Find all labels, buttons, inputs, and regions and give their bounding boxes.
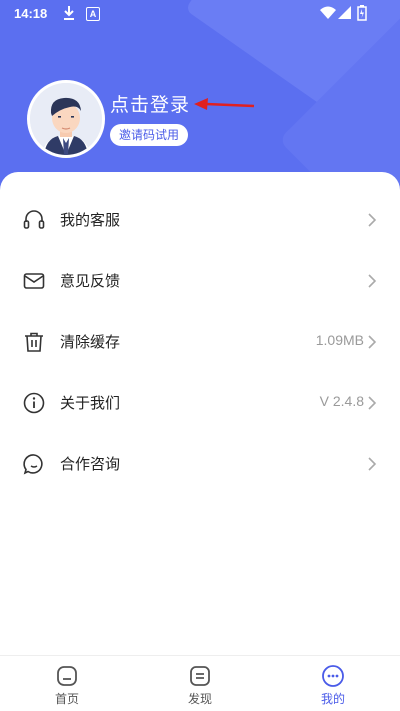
chat-icon <box>23 454 43 475</box>
avatar[interactable] <box>27 80 105 158</box>
settings-card: 我的客服 意见反馈 清除缓存 1.09MB 关于我们 V 2.4.8 合作咨询 <box>0 172 400 655</box>
status-bar: 14:18 A <box>0 0 400 26</box>
tab-label: 首页 <box>54 692 79 706</box>
wifi-icon <box>320 6 336 19</box>
tab-discover[interactable]: 发现 <box>160 656 240 711</box>
tab-label: 发现 <box>187 692 212 706</box>
tab-profile[interactable]: 我的 <box>293 656 373 711</box>
chevron-right-icon <box>368 274 377 288</box>
menu-label: 意见反馈 <box>60 272 121 290</box>
version-value: V 2.4.8 <box>319 393 364 409</box>
discover-icon <box>190 666 210 686</box>
menu-item-customer-service[interactable]: 我的客服 <box>0 189 400 250</box>
signal-icon <box>338 6 351 19</box>
info-icon <box>23 392 45 414</box>
battery-icon <box>357 5 367 21</box>
avatar-icon <box>30 83 102 155</box>
mail-icon <box>23 273 45 289</box>
home-icon <box>57 666 77 686</box>
status-time: 14:18 <box>14 6 48 21</box>
trash-icon <box>25 332 43 352</box>
menu-item-about-us[interactable]: 关于我们 V 2.4.8 <box>0 372 400 433</box>
menu-label: 清除缓存 <box>60 333 121 351</box>
menu-label: 合作咨询 <box>60 455 121 473</box>
notification-a-icon: A <box>86 7 100 21</box>
menu-item-cooperation[interactable]: 合作咨询 <box>0 433 400 494</box>
invite-code-button[interactable]: 邀请码试用 <box>110 124 189 146</box>
chevron-right-icon <box>368 396 377 410</box>
chevron-right-icon <box>368 335 377 349</box>
headset-icon <box>23 210 45 229</box>
menu-label: 关于我们 <box>60 394 121 412</box>
tab-home[interactable]: 首页 <box>27 656 107 711</box>
menu-item-clear-cache[interactable]: 清除缓存 1.09MB <box>0 311 400 372</box>
menu-label: 我的客服 <box>60 211 121 229</box>
chevron-right-icon <box>368 213 377 227</box>
menu-item-feedback[interactable]: 意见反馈 <box>0 250 400 311</box>
bottom-tab-bar: 首页 发现 我的 <box>0 655 400 711</box>
tab-label: 我的 <box>320 692 345 706</box>
chevron-right-icon <box>368 457 377 471</box>
login-text[interactable]: 点击登录 <box>110 90 190 117</box>
download-icon <box>64 6 74 20</box>
annotation-arrow-icon <box>194 98 255 110</box>
profile-icon <box>322 665 344 687</box>
cache-size-value: 1.09MB <box>315 332 364 348</box>
